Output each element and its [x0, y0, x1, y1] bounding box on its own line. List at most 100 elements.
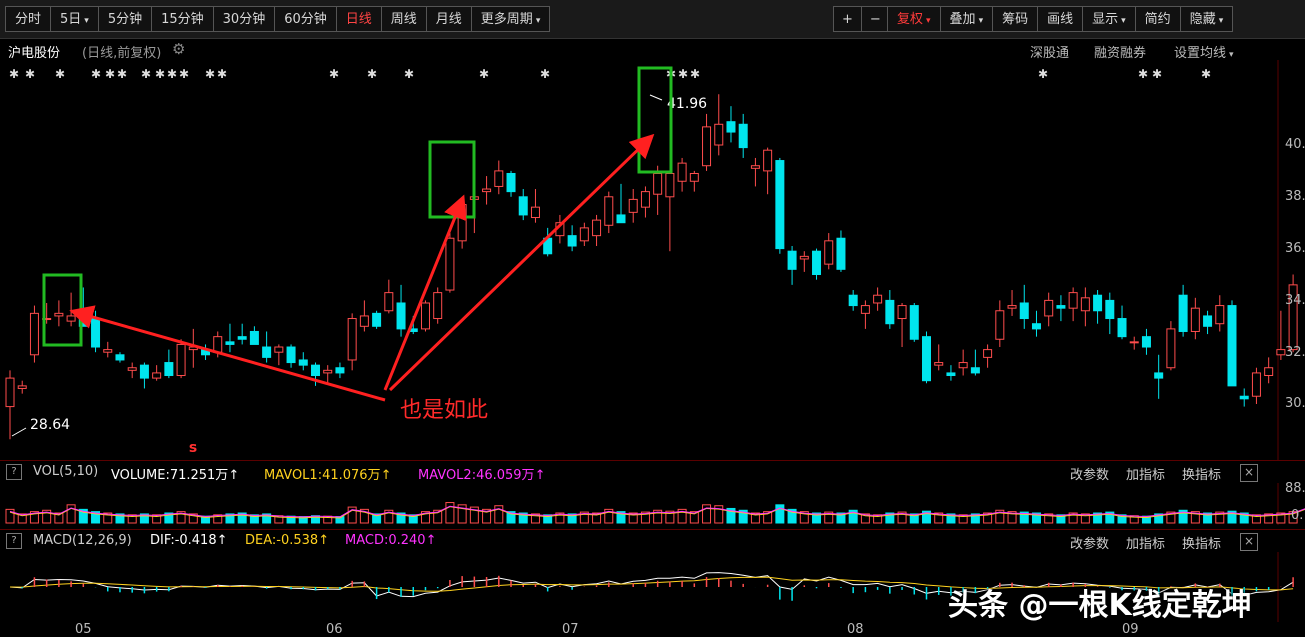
- chevron-down-icon: ▾: [1121, 16, 1126, 26]
- candlestick-chart[interactable]: ✱ ✱ ✱ ✱ ✱ ✱ ✱ ✱ ✱ ✱ ✱ ✱ ✱ ✱ ✱ ✱ ✱ ✱ ✱ ✱ ✱ ✱ ✱ ✱41.9628.64s也是如此: [0, 60, 1305, 460]
- tool-button-3[interactable]: 画线: [1037, 6, 1084, 32]
- candle-body: [1093, 294, 1103, 312]
- period-tab-6[interactable]: 日线: [335, 6, 382, 32]
- candle-body: [567, 235, 577, 247]
- candle-body: [347, 318, 357, 361]
- candle-body: [799, 255, 809, 260]
- help-icon[interactable]: ?: [6, 533, 22, 549]
- period-tab-8[interactable]: 月线: [425, 6, 472, 32]
- event-marker: ✱: [141, 67, 151, 81]
- period-tab-7[interactable]: 周线: [380, 6, 427, 32]
- candle-body: [934, 362, 944, 366]
- add-indicator-button[interactable]: 加指标: [1126, 533, 1165, 552]
- period-tab-1[interactable]: 5日 ▾: [50, 6, 99, 32]
- link-ma-settings[interactable]: 设置均线 ▾: [1174, 42, 1234, 61]
- candle-body: [115, 354, 125, 361]
- link-shenguto[interactable]: 深股通: [1030, 42, 1069, 61]
- switch-indicator-button[interactable]: 换指标: [1182, 533, 1221, 552]
- candle-body: [836, 237, 846, 270]
- macd-indicator-bar: ? MACD(12,26,9) DIF:-0.418↑ DEA:-0.538↑ …: [0, 529, 1305, 552]
- candle-body: [298, 359, 308, 366]
- period-tab-5[interactable]: 60分钟: [274, 6, 337, 32]
- chevron-down-icon: ▾: [535, 16, 541, 26]
- candle-body: [433, 292, 443, 320]
- add-indicator-button[interactable]: 加指标: [1126, 464, 1165, 483]
- candle-body: [1141, 336, 1151, 348]
- close-icon[interactable]: ×: [1240, 533, 1258, 551]
- change-params-button[interactable]: 改参数: [1070, 533, 1109, 552]
- candle-body: [1056, 305, 1066, 309]
- candle-body: [946, 372, 956, 377]
- period-tab-2[interactable]: 5分钟: [97, 6, 153, 32]
- volume-bar: [445, 502, 455, 524]
- annotation-arrow: [383, 194, 467, 391]
- zoom-out-button[interactable]: −: [860, 6, 890, 32]
- candle-body: [604, 196, 614, 226]
- candle-body: [628, 198, 638, 213]
- event-marker: ✱: [678, 67, 688, 81]
- tool-button-5[interactable]: 简约: [1134, 6, 1181, 32]
- candle-body: [653, 172, 663, 195]
- candle-body: [616, 214, 626, 224]
- candle-body: [873, 294, 883, 304]
- tool-button-2[interactable]: 筹码: [992, 6, 1039, 32]
- stock-name[interactable]: 沪电股份: [8, 42, 60, 61]
- date-tick: 07: [562, 622, 579, 637]
- event-marker: ✱: [205, 67, 215, 81]
- link-margin-trading[interactable]: 融资融券: [1094, 42, 1146, 61]
- chevron-down-icon: ▾: [978, 16, 984, 26]
- candle-body: [311, 364, 320, 377]
- vol-indicator-bar: ? VOL(5,10) VOLUME:71.251万↑ MAVOL1:41.07…: [0, 460, 1305, 483]
- price-tick: 38.: [1285, 189, 1305, 204]
- candle-body: [237, 336, 247, 340]
- zoom-in-button[interactable]: +: [833, 6, 862, 32]
- candle-body: [787, 250, 797, 270]
- candle-body: [640, 191, 650, 208]
- candle-body: [66, 315, 76, 322]
- candle-body: [1044, 299, 1054, 317]
- tool-button-6[interactable]: 隐藏 ▾: [1179, 6, 1234, 32]
- event-marker: ✱: [91, 67, 101, 81]
- chart-mode-label: (日线,前复权): [82, 46, 162, 61]
- event-marker: ✱: [1201, 67, 1211, 81]
- period-tab-9[interactable]: 更多周期 ▾: [470, 6, 551, 32]
- candle-body: [286, 346, 296, 364]
- close-icon[interactable]: ×: [1240, 464, 1258, 482]
- candle-body: [1264, 367, 1274, 377]
- period-tab-3[interactable]: 15分钟: [151, 6, 214, 32]
- volume-bar: [5, 508, 15, 524]
- date-tick: 08: [847, 622, 864, 637]
- candle-body: [848, 294, 858, 307]
- event-marker: ✱: [25, 67, 35, 81]
- candle-body: [824, 240, 834, 265]
- event-marker: ✱: [217, 67, 227, 81]
- candle-body: [482, 188, 492, 193]
- period-selector: 分时 5日 ▾ 5分钟 15分钟 30分钟 60分钟 日线 周线 月线 更多周期 ▾: [5, 6, 551, 32]
- period-tab-0[interactable]: 分时: [5, 6, 52, 32]
- high-price-label: 41.96: [667, 96, 707, 112]
- event-marker: ✱: [117, 67, 127, 81]
- chevron-down-icon: ▾: [84, 16, 89, 26]
- tool-button-1[interactable]: 叠加 ▾: [939, 6, 994, 32]
- chart-tools: 复权 ▾ 叠加 ▾ 筹码 画线 显示 ▾ 简约 隐藏 ▾: [887, 6, 1234, 32]
- candle-body: [274, 346, 284, 353]
- event-marker: ✱: [167, 67, 177, 81]
- gear-icon[interactable]: ⚙: [172, 40, 185, 58]
- switch-indicator-button[interactable]: 换指标: [1182, 464, 1221, 483]
- candle-body: [970, 367, 980, 374]
- candle-body: [372, 312, 382, 327]
- candle-body: [176, 343, 186, 377]
- event-marker: ✱: [404, 67, 414, 81]
- volume-chart[interactable]: [0, 483, 1305, 525]
- candle-body: [1276, 349, 1286, 356]
- tool-button-4[interactable]: 显示 ▾: [1082, 6, 1136, 32]
- candle-body: [494, 170, 504, 187]
- candle-body: [139, 364, 149, 379]
- candle-body: [738, 123, 748, 149]
- event-marker: ✱: [1152, 67, 1162, 81]
- tool-button-0[interactable]: 复权 ▾: [887, 6, 941, 32]
- help-icon[interactable]: ?: [6, 464, 22, 480]
- candle-body: [91, 318, 101, 348]
- period-tab-4[interactable]: 30分钟: [212, 6, 276, 32]
- change-params-button[interactable]: 改参数: [1070, 464, 1109, 483]
